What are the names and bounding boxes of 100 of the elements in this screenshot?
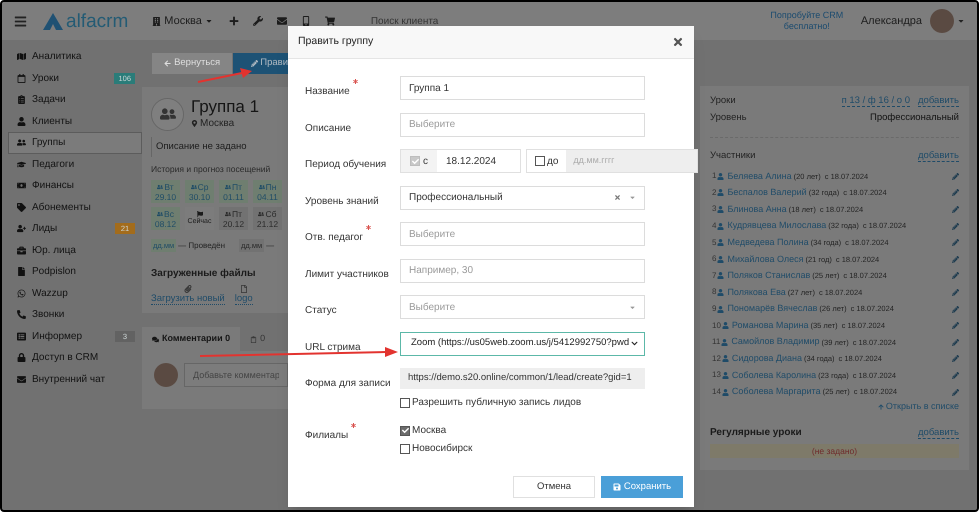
- pencil-icon[interactable]: [952, 338, 959, 346]
- pencil-icon[interactable]: [952, 306, 959, 313]
- building-icon: [152, 16, 162, 26]
- sidebar-item[interactable]: Wazzup: [8, 282, 142, 304]
- pencil-icon[interactable]: [952, 256, 959, 263]
- participant-link[interactable]: Полякова Ева: [727, 286, 786, 300]
- participant-link[interactable]: Кудрявцева Милослава: [727, 219, 826, 233]
- sidebar-item[interactable]: Podpislon: [8, 261, 142, 282]
- visit-tile[interactable]: Вт 29.10: [151, 180, 180, 203]
- row-number: 3: [712, 203, 716, 216]
- row-number: 11: [712, 336, 720, 348]
- back-button[interactable]: Вернуться: [152, 53, 232, 74]
- sidebar-item[interactable]: Педагоги: [8, 154, 142, 175]
- lessons-stats-link[interactable]: п 13 / ф 16 / о 0: [842, 95, 910, 107]
- user-icon: [722, 372, 729, 379]
- pencil-icon[interactable]: [952, 222, 959, 230]
- pencil-icon[interactable]: [952, 288, 959, 296]
- visit-tile[interactable]: Пт 20.12: [219, 207, 248, 230]
- pencil-icon[interactable]: [952, 189, 959, 196]
- cart-icon[interactable]: [324, 16, 335, 26]
- mobile-phone-icon[interactable]: [300, 16, 311, 26]
- participant-link[interactable]: Самойлов Владимир: [731, 335, 820, 349]
- row-number: 12: [712, 352, 721, 365]
- avatar[interactable]: [930, 9, 954, 33]
- caret-icon[interactable]: [957, 17, 965, 25]
- checkbox[interactable]: [400, 426, 410, 436]
- file-link[interactable]: Загрузить новый: [151, 285, 225, 305]
- visit-tile[interactable]: Сб 21.12: [253, 207, 282, 230]
- field-label: Отв. педагог: [305, 232, 372, 243]
- checkbox[interactable]: [400, 398, 410, 408]
- sidebar-item[interactable]: Юр. лица: [8, 240, 142, 261]
- link-field[interactable]: https://demo.s20.online/common/1/lead/create?gid=1: [400, 368, 645, 389]
- checkbox-option[interactable]: Москва: [400, 423, 472, 438]
- participant-link[interactable]: Соболева Маргарита: [732, 385, 821, 399]
- promo-link[interactable]: Попробуйте CRM бесплатно!: [764, 10, 849, 32]
- chevron-down-icon: [631, 340, 638, 347]
- sidebar-item[interactable]: Задачи: [8, 89, 142, 110]
- participant-link[interactable]: Сидорова Диана: [732, 352, 802, 366]
- sidebar-item[interactable]: Аналитика: [8, 46, 142, 68]
- pencil-icon[interactable]: [952, 355, 959, 362]
- add-link[interactable]: добавить: [918, 95, 959, 107]
- select-field[interactable]: Zoom (https://us05web.zoom.us/j/5412992750?pwd: [400, 332, 645, 356]
- text-field[interactable]: Например, 30: [400, 258, 645, 282]
- text-field[interactable]: Выберите: [400, 222, 645, 246]
- checkbox-option[interactable]: Разрешить публичную запись лидов: [400, 395, 645, 410]
- sidebar-item[interactable]: Абонементы: [8, 196, 142, 218]
- sidebar-item[interactable]: Доступ в CRM: [8, 347, 142, 368]
- visit-tile[interactable]: Вс 08.12: [151, 207, 180, 230]
- logo[interactable]: alfacrm: [43, 12, 128, 30]
- visit-tile[interactable]: Пн 04.11: [253, 180, 282, 203]
- text-field[interactable]: Группа 1: [400, 76, 645, 100]
- user-icon: [717, 272, 724, 280]
- close-icon[interactable]: [672, 36, 684, 48]
- participant-link[interactable]: Михайлова Олеся: [727, 252, 804, 266]
- required-asterisk-icon: [351, 423, 356, 428]
- visit-tile[interactable]: Пт 01.11: [219, 180, 248, 203]
- save-button[interactable]: Сохранить: [601, 476, 683, 498]
- wrench-icon[interactable]: [252, 16, 263, 26]
- tab[interactable]: Комментарии 0: [142, 327, 240, 351]
- sidebar-item[interactable]: Группы: [8, 132, 142, 154]
- file-link[interactable]: logo: [234, 285, 253, 305]
- pencil-icon[interactable]: [952, 206, 959, 213]
- participant-link[interactable]: Беляева Алина: [727, 170, 792, 184]
- participant-link[interactable]: Пономарёв Вячеслав: [727, 302, 818, 316]
- add-link[interactable]: добавить: [918, 150, 959, 162]
- pencil-icon[interactable]: [952, 239, 959, 246]
- menu-icon[interactable]: [14, 14, 27, 28]
- field-label: Период обучения: [305, 159, 386, 170]
- user-name[interactable]: Александра: [860, 12, 922, 30]
- pencil-icon[interactable]: [952, 322, 959, 330]
- pencil-icon[interactable]: [952, 172, 959, 180]
- section-label: История и прогноз посещений: [151, 163, 272, 176]
- search-field[interactable]: Поиск клиента: [370, 14, 551, 28]
- pencil-icon[interactable]: [952, 388, 959, 396]
- sidebar-item[interactable]: Звонки: [8, 304, 142, 326]
- text-field[interactable]: Выберите: [400, 112, 645, 136]
- participant-link[interactable]: Соболева Каролина: [732, 368, 816, 382]
- select-field[interactable]: Выберите: [400, 295, 645, 319]
- checkbox-option[interactable]: Новосибирск: [400, 441, 472, 456]
- participant-link[interactable]: Поляков Станислав: [727, 269, 810, 283]
- edit-button[interactable]: Прави: [233, 53, 288, 74]
- pencil-icon[interactable]: [952, 272, 959, 280]
- participant-link[interactable]: Беспалов Валерий: [727, 186, 807, 200]
- pencil-icon[interactable]: [952, 372, 959, 379]
- plus-icon[interactable]: [228, 16, 239, 26]
- sidebar-item[interactable]: Внутренний чат: [8, 368, 142, 390]
- branch-dropdown[interactable]: Москва: [152, 12, 213, 30]
- participant-link[interactable]: Медведева Полина: [727, 236, 809, 250]
- cancel-button[interactable]: Отмена: [513, 476, 595, 498]
- envelope-icon[interactable]: [276, 16, 287, 26]
- visit-tile[interactable]: Ср 30.10: [185, 180, 214, 203]
- select-field[interactable]: Профессиональный: [400, 186, 645, 210]
- checkbox[interactable]: [400, 444, 410, 454]
- sidebar-item[interactable]: Клиенты: [8, 110, 142, 132]
- add-link[interactable]: добавить: [918, 426, 959, 439]
- clear-icon[interactable]: [614, 194, 621, 201]
- open-list-link[interactable]: Открыть в списке: [878, 400, 959, 414]
- participant-link[interactable]: Романова Марина: [732, 318, 808, 332]
- sidebar-item[interactable]: Финансы: [8, 175, 142, 196]
- participant-link[interactable]: Блинова Анна: [727, 202, 787, 216]
